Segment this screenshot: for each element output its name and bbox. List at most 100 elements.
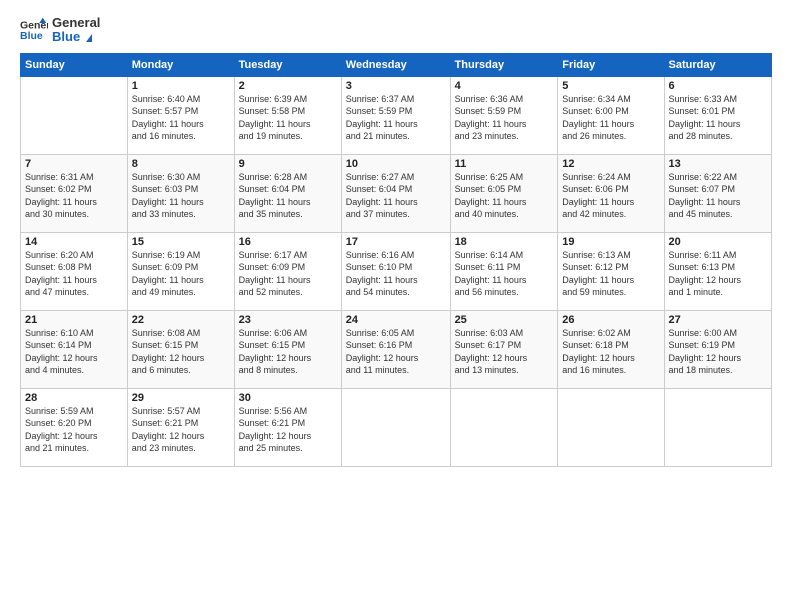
day-info: Sunrise: 6:34 AM Sunset: 6:00 PM Dayligh… (562, 93, 659, 143)
calendar-cell (21, 76, 128, 154)
day-number: 14 (25, 236, 123, 248)
calendar-week-row: 21Sunrise: 6:10 AM Sunset: 6:14 PM Dayli… (21, 310, 772, 388)
day-info: Sunrise: 6:05 AM Sunset: 6:16 PM Dayligh… (346, 327, 446, 377)
day-info: Sunrise: 6:31 AM Sunset: 6:02 PM Dayligh… (25, 171, 123, 221)
calendar-cell: 16Sunrise: 6:17 AM Sunset: 6:09 PM Dayli… (234, 232, 341, 310)
calendar-cell: 27Sunrise: 6:00 AM Sunset: 6:19 PM Dayli… (664, 310, 771, 388)
calendar-cell: 5Sunrise: 6:34 AM Sunset: 6:00 PM Daylig… (558, 76, 664, 154)
day-info: Sunrise: 6:08 AM Sunset: 6:15 PM Dayligh… (132, 327, 230, 377)
day-number: 12 (562, 158, 659, 170)
day-info: Sunrise: 6:27 AM Sunset: 6:04 PM Dayligh… (346, 171, 446, 221)
calendar-cell: 10Sunrise: 6:27 AM Sunset: 6:04 PM Dayli… (341, 154, 450, 232)
day-info: Sunrise: 6:24 AM Sunset: 6:06 PM Dayligh… (562, 171, 659, 221)
calendar-cell: 24Sunrise: 6:05 AM Sunset: 6:16 PM Dayli… (341, 310, 450, 388)
calendar-page: General Blue General Blue SundayMondayTu… (0, 0, 792, 612)
day-info: Sunrise: 5:59 AM Sunset: 6:20 PM Dayligh… (25, 405, 123, 455)
calendar-cell: 20Sunrise: 6:11 AM Sunset: 6:13 PM Dayli… (664, 232, 771, 310)
calendar-cell: 21Sunrise: 6:10 AM Sunset: 6:14 PM Dayli… (21, 310, 128, 388)
day-number: 24 (346, 314, 446, 326)
day-number: 7 (25, 158, 123, 170)
day-number: 22 (132, 314, 230, 326)
day-info: Sunrise: 6:37 AM Sunset: 5:59 PM Dayligh… (346, 93, 446, 143)
calendar-cell: 13Sunrise: 6:22 AM Sunset: 6:07 PM Dayli… (664, 154, 771, 232)
logo-wordmark: General Blue (52, 16, 100, 45)
day-number: 17 (346, 236, 446, 248)
day-number: 11 (455, 158, 554, 170)
logo: General Blue General Blue (20, 16, 100, 45)
day-info: Sunrise: 6:19 AM Sunset: 6:09 PM Dayligh… (132, 249, 230, 299)
day-number: 10 (346, 158, 446, 170)
day-info: Sunrise: 6:02 AM Sunset: 6:18 PM Dayligh… (562, 327, 659, 377)
calendar-cell: 17Sunrise: 6:16 AM Sunset: 6:10 PM Dayli… (341, 232, 450, 310)
calendar-cell: 12Sunrise: 6:24 AM Sunset: 6:06 PM Dayli… (558, 154, 664, 232)
weekday-header-friday: Friday (558, 53, 664, 76)
day-info: Sunrise: 6:39 AM Sunset: 5:58 PM Dayligh… (239, 93, 337, 143)
day-number: 30 (239, 392, 337, 404)
calendar-cell: 28Sunrise: 5:59 AM Sunset: 6:20 PM Dayli… (21, 388, 128, 466)
calendar-cell: 22Sunrise: 6:08 AM Sunset: 6:15 PM Dayli… (127, 310, 234, 388)
day-info: Sunrise: 6:22 AM Sunset: 6:07 PM Dayligh… (669, 171, 767, 221)
weekday-header-monday: Monday (127, 53, 234, 76)
calendar-cell: 19Sunrise: 6:13 AM Sunset: 6:12 PM Dayli… (558, 232, 664, 310)
day-info: Sunrise: 6:40 AM Sunset: 5:57 PM Dayligh… (132, 93, 230, 143)
day-number: 13 (669, 158, 767, 170)
day-info: Sunrise: 6:33 AM Sunset: 6:01 PM Dayligh… (669, 93, 767, 143)
day-number: 15 (132, 236, 230, 248)
weekday-header-saturday: Saturday (664, 53, 771, 76)
day-info: Sunrise: 6:06 AM Sunset: 6:15 PM Dayligh… (239, 327, 337, 377)
calendar-cell: 26Sunrise: 6:02 AM Sunset: 6:18 PM Dayli… (558, 310, 664, 388)
day-number: 5 (562, 80, 659, 92)
calendar-cell: 25Sunrise: 6:03 AM Sunset: 6:17 PM Dayli… (450, 310, 558, 388)
calendar-cell: 3Sunrise: 6:37 AM Sunset: 5:59 PM Daylig… (341, 76, 450, 154)
calendar-header: SundayMondayTuesdayWednesdayThursdayFrid… (21, 53, 772, 76)
day-number: 25 (455, 314, 554, 326)
day-number: 4 (455, 80, 554, 92)
weekday-header-sunday: Sunday (21, 53, 128, 76)
calendar-cell: 18Sunrise: 6:14 AM Sunset: 6:11 PM Dayli… (450, 232, 558, 310)
calendar-cell: 11Sunrise: 6:25 AM Sunset: 6:05 PM Dayli… (450, 154, 558, 232)
calendar-week-row: 7Sunrise: 6:31 AM Sunset: 6:02 PM Daylig… (21, 154, 772, 232)
calendar-cell (664, 388, 771, 466)
day-info: Sunrise: 6:13 AM Sunset: 6:12 PM Dayligh… (562, 249, 659, 299)
calendar-week-row: 14Sunrise: 6:20 AM Sunset: 6:08 PM Dayli… (21, 232, 772, 310)
day-number: 21 (25, 314, 123, 326)
calendar-cell: 2Sunrise: 6:39 AM Sunset: 5:58 PM Daylig… (234, 76, 341, 154)
calendar-cell: 30Sunrise: 5:56 AM Sunset: 6:21 PM Dayli… (234, 388, 341, 466)
calendar-cell (450, 388, 558, 466)
weekday-header-tuesday: Tuesday (234, 53, 341, 76)
logo-general: General (52, 15, 100, 30)
calendar-week-row: 1Sunrise: 6:40 AM Sunset: 5:57 PM Daylig… (21, 76, 772, 154)
day-info: Sunrise: 6:11 AM Sunset: 6:13 PM Dayligh… (669, 249, 767, 299)
day-number: 1 (132, 80, 230, 92)
calendar-cell: 23Sunrise: 6:06 AM Sunset: 6:15 PM Dayli… (234, 310, 341, 388)
calendar-cell: 9Sunrise: 6:28 AM Sunset: 6:04 PM Daylig… (234, 154, 341, 232)
day-number: 2 (239, 80, 337, 92)
calendar-table: SundayMondayTuesdayWednesdayThursdayFrid… (20, 53, 772, 467)
day-info: Sunrise: 6:16 AM Sunset: 6:10 PM Dayligh… (346, 249, 446, 299)
day-number: 27 (669, 314, 767, 326)
header: General Blue General Blue (20, 16, 772, 45)
calendar-cell: 1Sunrise: 6:40 AM Sunset: 5:57 PM Daylig… (127, 76, 234, 154)
day-info: Sunrise: 6:25 AM Sunset: 6:05 PM Dayligh… (455, 171, 554, 221)
calendar-cell: 7Sunrise: 6:31 AM Sunset: 6:02 PM Daylig… (21, 154, 128, 232)
day-number: 18 (455, 236, 554, 248)
day-info: Sunrise: 6:10 AM Sunset: 6:14 PM Dayligh… (25, 327, 123, 377)
day-info: Sunrise: 6:03 AM Sunset: 6:17 PM Dayligh… (455, 327, 554, 377)
day-number: 29 (132, 392, 230, 404)
weekday-header-thursday: Thursday (450, 53, 558, 76)
day-number: 8 (132, 158, 230, 170)
day-number: 3 (346, 80, 446, 92)
day-number: 23 (239, 314, 337, 326)
logo-arrow (86, 34, 92, 42)
day-info: Sunrise: 6:14 AM Sunset: 6:11 PM Dayligh… (455, 249, 554, 299)
day-info: Sunrise: 5:57 AM Sunset: 6:21 PM Dayligh… (132, 405, 230, 455)
day-number: 28 (25, 392, 123, 404)
calendar-cell (558, 388, 664, 466)
day-info: Sunrise: 5:56 AM Sunset: 6:21 PM Dayligh… (239, 405, 337, 455)
day-number: 16 (239, 236, 337, 248)
day-number: 19 (562, 236, 659, 248)
day-number: 6 (669, 80, 767, 92)
calendar-cell: 14Sunrise: 6:20 AM Sunset: 6:08 PM Dayli… (21, 232, 128, 310)
day-info: Sunrise: 6:20 AM Sunset: 6:08 PM Dayligh… (25, 249, 123, 299)
logo-blue: Blue (52, 29, 80, 44)
